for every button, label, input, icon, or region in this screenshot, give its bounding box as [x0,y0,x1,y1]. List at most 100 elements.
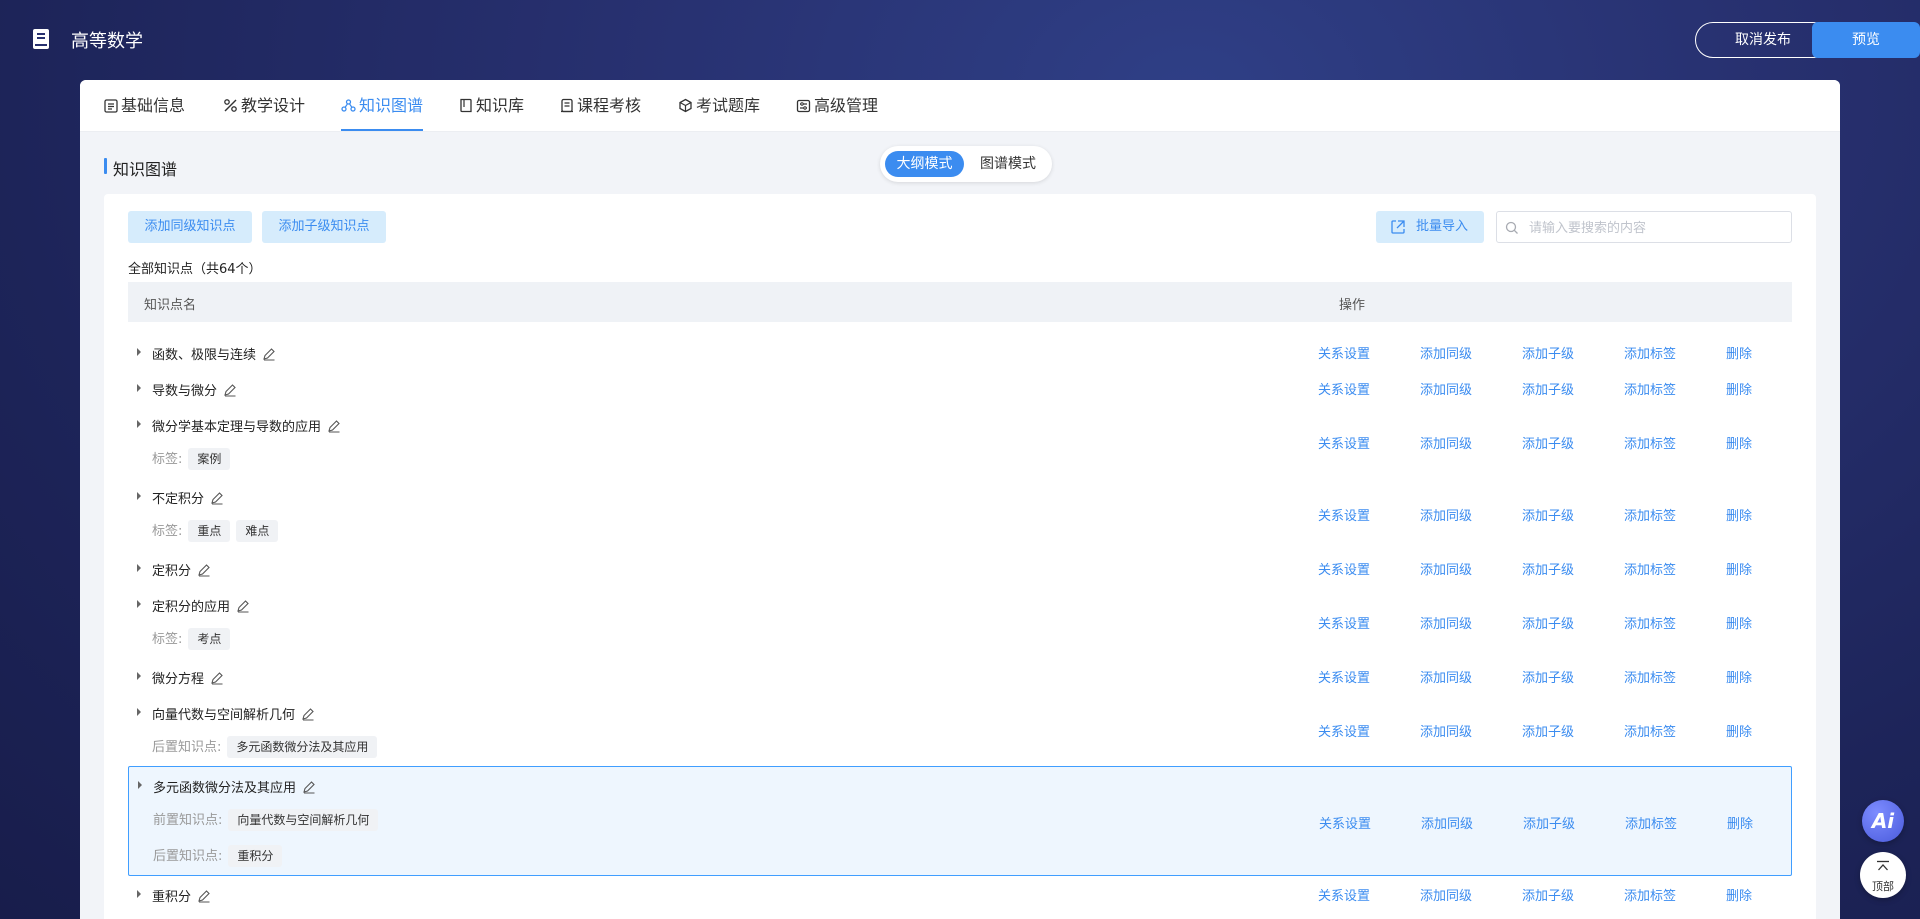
expand-caret-icon[interactable] [137,708,141,716]
add-tag-button[interactable]: 添加标签 [1624,559,1676,578]
relation-setting-button[interactable]: 关系设置 [1318,505,1370,524]
add-tag-button[interactable]: 添加标签 [1625,813,1677,832]
knowledge-node-name[interactable]: 向量代数与空间解析几何 [152,704,315,723]
tab-knowledge-graph[interactable]: 知识图谱 [341,80,424,131]
edit-icon[interactable] [262,347,276,361]
add-sibling-button[interactable]: 添加同级 [1420,433,1472,452]
preview-button[interactable]: 预览 [1812,22,1920,58]
expand-caret-icon[interactable] [137,384,141,392]
knowledge-node-name[interactable]: 定积分的应用 [152,596,250,615]
tab-advanced-management[interactable]: 高级管理 [796,80,878,131]
add-child-button[interactable]: 添加子级 [1522,667,1574,686]
edit-icon[interactable] [210,491,224,505]
graph-mode-button[interactable]: 图谱模式 [969,151,1047,177]
edit-icon[interactable] [301,707,315,721]
edit-icon[interactable] [236,599,250,613]
expand-caret-icon[interactable] [137,564,141,572]
edit-icon[interactable] [210,671,224,685]
delete-button[interactable]: 删除 [1726,343,1752,362]
expand-caret-icon[interactable] [137,420,141,428]
add-sibling-button[interactable]: 添加同级 [1420,505,1472,524]
table-row[interactable]: 导数与微分 关系设置 添加同级 添加子级 添加标签 删除 [128,370,1792,406]
add-child-button[interactable]: 添加子级 [1522,885,1574,904]
table-row[interactable]: 向量代数与空间解析几何 后置知识点: 多元函数微分法及其应用 关系设置 添加同级 添加子级… [128,694,1792,766]
delete-button[interactable]: 删除 [1726,505,1752,524]
edit-icon[interactable] [223,383,237,397]
add-tag-button[interactable]: 添加标签 [1624,433,1676,452]
tab-exam-bank[interactable]: 考试题库 [678,80,760,131]
expand-caret-icon[interactable] [137,348,141,356]
add-tag-button[interactable]: 添加标签 [1624,343,1676,362]
back-to-top-button[interactable]: 顶部 [1860,852,1906,898]
add-tag-button[interactable]: 添加标签 [1624,885,1676,904]
knowledge-node-name[interactable]: 多元函数微分法及其应用 [153,777,316,796]
relation-setting-button[interactable]: 关系设置 [1318,613,1370,632]
table-row[interactable]: 定积分 关系设置 添加同级 添加子级 添加标签 删除 [128,550,1792,586]
delete-button[interactable]: 删除 [1726,721,1752,740]
search-input[interactable] [1527,217,1781,239]
delete-button[interactable]: 删除 [1726,613,1752,632]
relation-setting-button[interactable]: 关系设置 [1319,813,1371,832]
edit-icon[interactable] [197,563,211,577]
ai-assistant-button[interactable]: Ai [1862,800,1904,842]
table-row[interactable]: 重积分 关系设置 添加同级 添加子级 添加标签 删除 [128,876,1792,912]
relation-setting-button[interactable]: 关系设置 [1318,433,1370,452]
tab-knowledge-base[interactable]: 知识库 [459,80,524,131]
add-tag-button[interactable]: 添加标签 [1624,613,1676,632]
edit-icon[interactable] [197,889,211,903]
delete-button[interactable]: 删除 [1726,559,1752,578]
table-row[interactable]: 函数、极限与连续 关系设置 添加同级 添加子级 添加标签 删除 [128,334,1792,370]
tab-course-assessment[interactable]: 课程考核 [560,80,641,131]
relation-setting-button[interactable]: 关系设置 [1318,667,1370,686]
expand-caret-icon[interactable] [137,672,141,680]
knowledge-node-name[interactable]: 不定积分 [152,488,224,507]
unpublish-button[interactable]: 取消发布 [1695,22,1831,58]
table-row[interactable]: 微分方程 关系设置 添加同级 添加子级 添加标签 删除 [128,658,1792,694]
table-row[interactable]: 多元函数微分法及其应用 前置知识点: 向量代数与空间解析几何 后置知识点: 重积分 关系设… [128,766,1792,876]
add-child-button[interactable]: 添加子级 [1522,433,1574,452]
add-sibling-button[interactable]: 添加同级 [1420,885,1472,904]
relation-setting-button[interactable]: 关系设置 [1318,885,1370,904]
tab-basic-info[interactable]: 基础信息 [104,80,185,131]
add-sibling-knowledge-button[interactable]: 添加同级知识点 [128,211,252,243]
add-sibling-button[interactable]: 添加同级 [1421,813,1473,832]
delete-button[interactable]: 删除 [1726,433,1752,452]
add-tag-button[interactable]: 添加标签 [1624,379,1676,398]
edit-icon[interactable] [327,419,341,433]
knowledge-node-name[interactable]: 微分方程 [152,668,224,687]
add-child-button[interactable]: 添加子级 [1522,721,1574,740]
delete-button[interactable]: 删除 [1727,813,1753,832]
add-sibling-button[interactable]: 添加同级 [1420,667,1472,686]
relation-setting-button[interactable]: 关系设置 [1318,721,1370,740]
expand-caret-icon[interactable] [137,600,141,608]
relation-setting-button[interactable]: 关系设置 [1318,559,1370,578]
expand-caret-icon[interactable] [137,492,141,500]
table-row[interactable]: 不定积分 标签: 重点 难点 关系设置 添加同级 添加子级 添加标签 删除 [128,478,1792,550]
add-tag-button[interactable]: 添加标签 [1624,721,1676,740]
add-child-button[interactable]: 添加子级 [1522,505,1574,524]
delete-button[interactable]: 删除 [1726,667,1752,686]
add-child-button[interactable]: 添加子级 [1523,813,1575,832]
knowledge-node-name[interactable]: 导数与微分 [152,380,237,399]
batch-import-button[interactable]: 批量导入 [1376,211,1484,243]
add-sibling-button[interactable]: 添加同级 [1420,379,1472,398]
knowledge-node-name[interactable]: 定积分 [152,560,211,579]
delete-button[interactable]: 删除 [1726,379,1752,398]
knowledge-node-name[interactable]: 函数、极限与连续 [152,344,276,363]
table-row[interactable]: 定积分的应用 标签: 考点 关系设置 添加同级 添加子级 添加标签 删除 [128,586,1792,658]
relation-setting-button[interactable]: 关系设置 [1318,379,1370,398]
add-sibling-button[interactable]: 添加同级 [1420,559,1472,578]
add-sibling-button[interactable]: 添加同级 [1420,721,1472,740]
tab-teaching-design[interactable]: 教学设计 [223,80,305,131]
knowledge-node-name[interactable]: 微分学基本定理与导数的应用 [152,416,341,435]
expand-caret-icon[interactable] [137,890,141,898]
delete-button[interactable]: 删除 [1726,885,1752,904]
add-child-button[interactable]: 添加子级 [1522,613,1574,632]
knowledge-node-name[interactable]: 重积分 [152,886,211,905]
relation-setting-button[interactable]: 关系设置 [1318,343,1370,362]
add-child-knowledge-button[interactable]: 添加子级知识点 [262,211,386,243]
table-row[interactable]: 微分学基本定理与导数的应用 标签: 案例 关系设置 添加同级 添加子级 添加标签 删除 [128,406,1792,478]
edit-icon[interactable] [302,780,316,794]
add-sibling-button[interactable]: 添加同级 [1420,343,1472,362]
outline-mode-button[interactable]: 大纲模式 [885,151,964,177]
